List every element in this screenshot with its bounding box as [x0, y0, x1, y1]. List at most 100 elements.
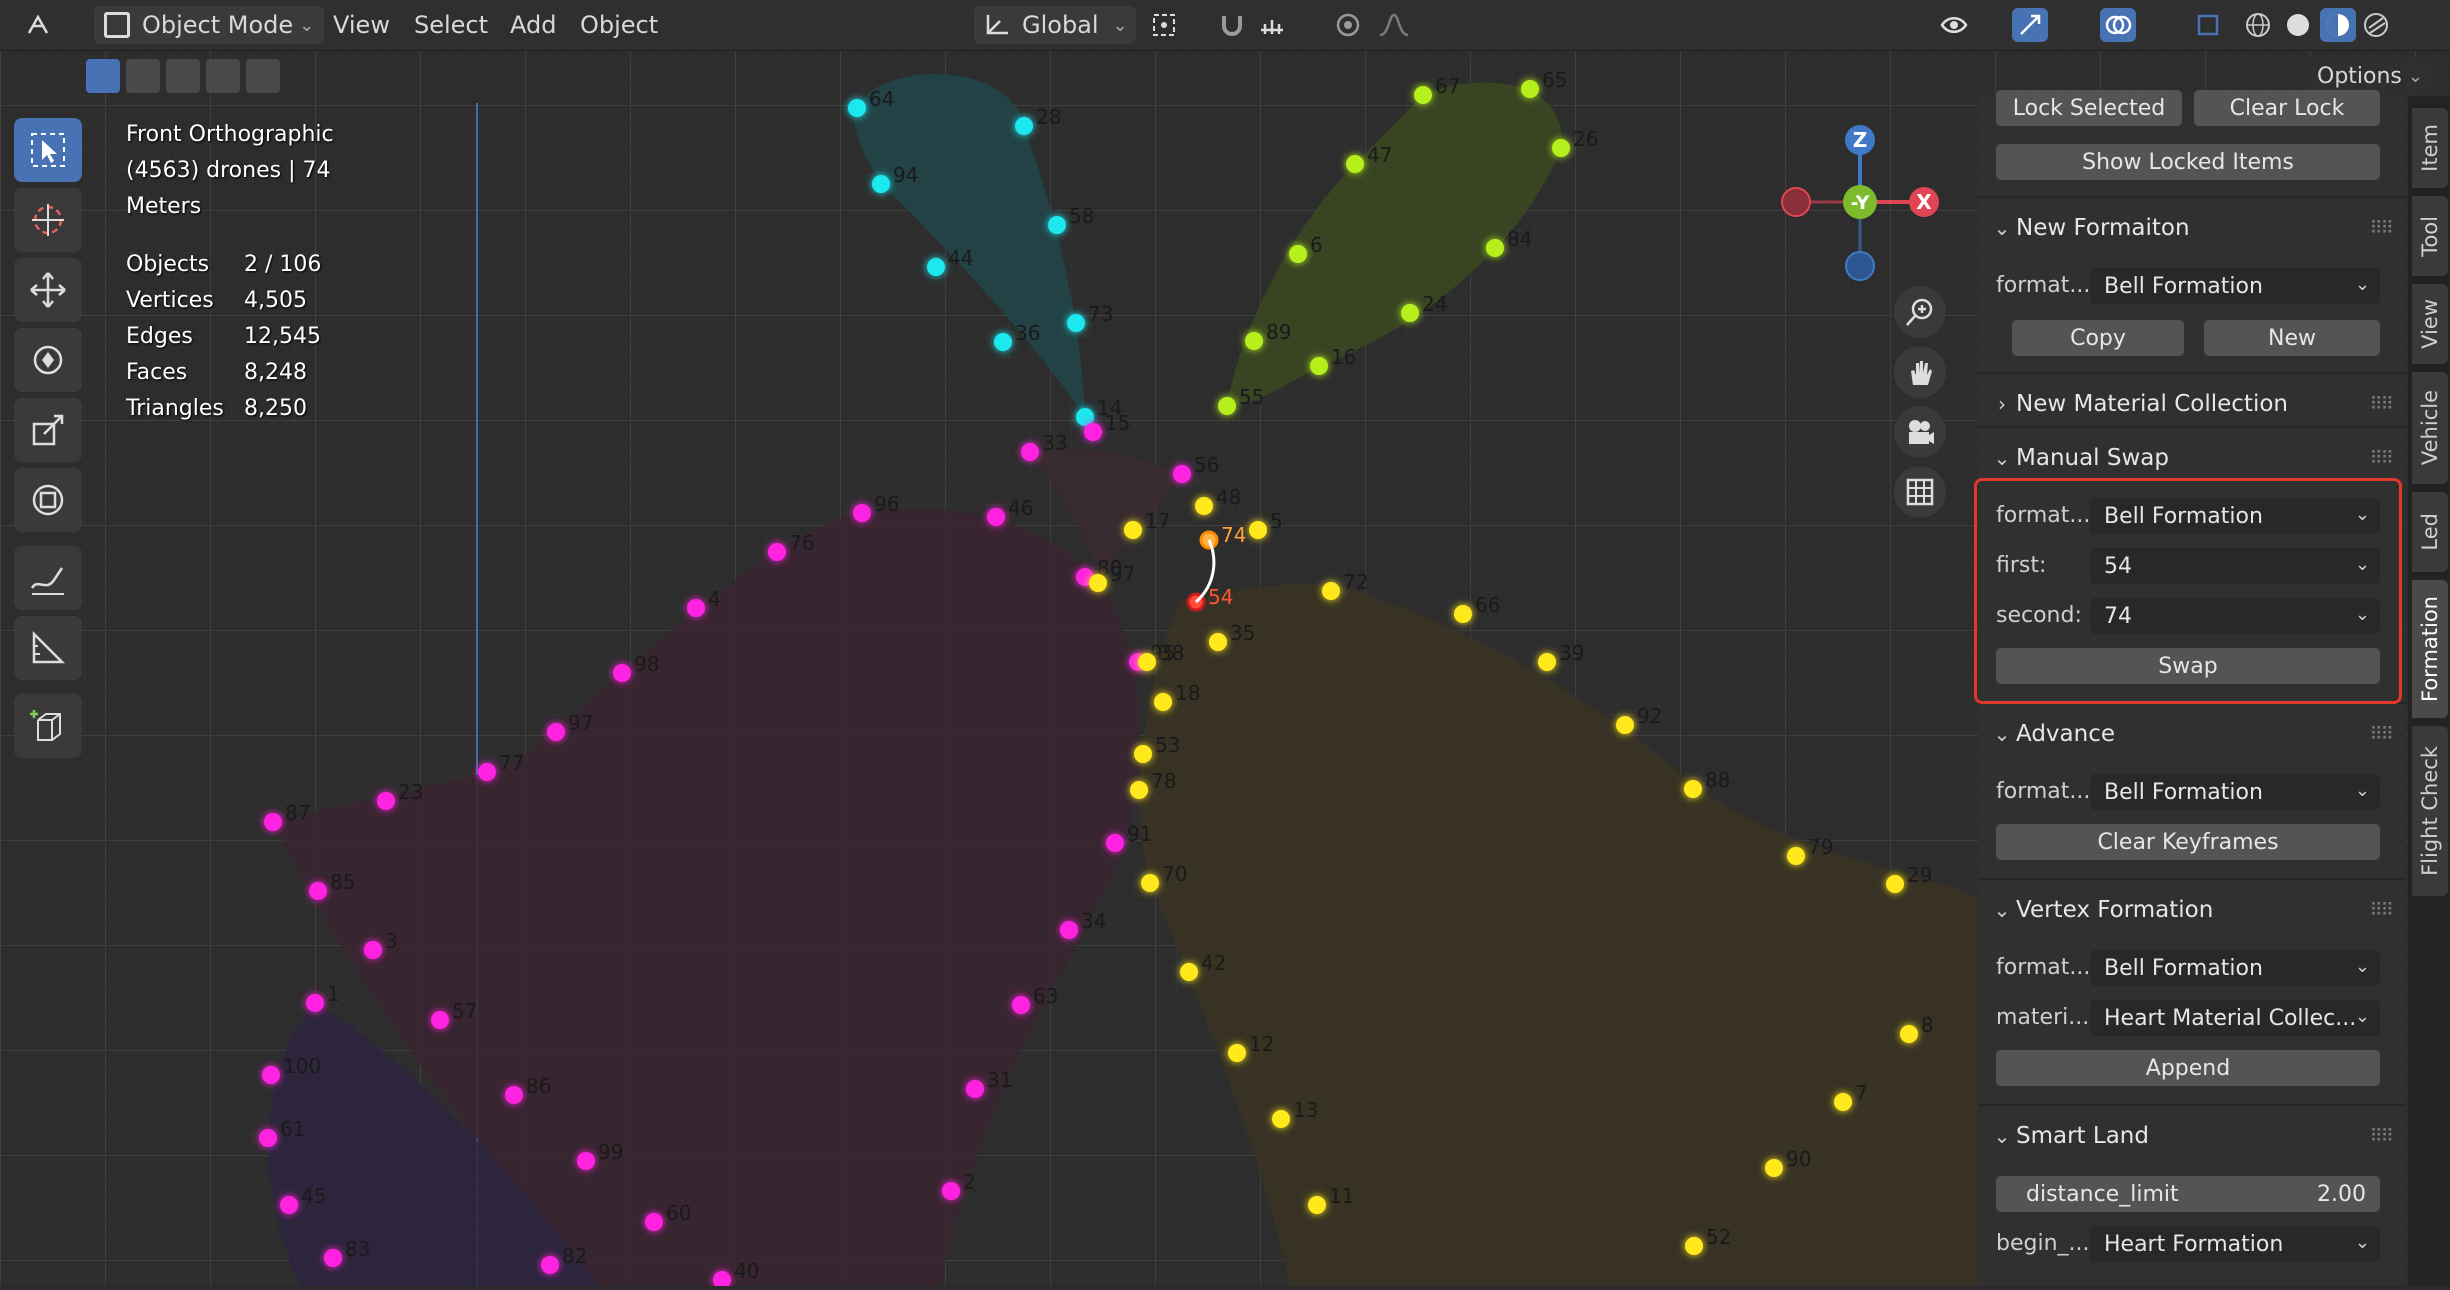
drone-point[interactable]	[1765, 1159, 1783, 1177]
drone-point[interactable]	[1141, 874, 1159, 892]
drone-point[interactable]	[1134, 745, 1152, 763]
advance-formation-dropdown[interactable]: Bell Formation ⌄	[2090, 774, 2380, 810]
drone-point[interactable]	[1084, 423, 1102, 441]
clear-keyframes-button[interactable]: Clear Keyframes	[1996, 824, 2380, 860]
drag-grip-icon[interactable]: ⠿⠿	[2370, 394, 2394, 415]
tab-formation[interactable]: Formation	[2412, 580, 2448, 718]
annotate-tool[interactable]	[14, 546, 82, 610]
drone-point[interactable]	[262, 1066, 280, 1084]
visibility-button[interactable]	[1936, 8, 1972, 42]
drone-point[interactable]	[505, 1086, 523, 1104]
clear-lock-button[interactable]: Clear Lock	[2194, 90, 2380, 126]
begin-formation-dropdown[interactable]: Heart Formation ⌄	[2090, 1226, 2380, 1262]
drone-point[interactable]	[687, 599, 705, 617]
drone-point[interactable]	[1245, 332, 1263, 350]
overlay-toggle[interactable]	[2100, 8, 2136, 42]
drone-point[interactable]	[1012, 996, 1030, 1014]
camera-view-button[interactable]	[1894, 406, 1946, 458]
panel-smart-land-header[interactable]: ⌄ Smart Land ⠿⠿	[1988, 1116, 2400, 1156]
drone-point[interactable]	[309, 882, 327, 900]
snap-toggle[interactable]	[1214, 8, 1250, 42]
scale-tool[interactable]	[14, 398, 82, 462]
panel-vertex-formation-header[interactable]: ⌄ Vertex Formation ⠿⠿	[1988, 890, 2400, 930]
falloff-button[interactable]	[1376, 8, 1412, 42]
gizmo-toggle[interactable]	[2012, 8, 2048, 42]
drone-point[interactable]	[1900, 1025, 1918, 1043]
drone-point[interactable]	[1249, 521, 1267, 539]
menu-select[interactable]: Select	[414, 6, 488, 44]
menu-object[interactable]: Object	[580, 6, 658, 44]
drone-point[interactable]	[541, 1256, 559, 1274]
drone-point[interactable]	[1834, 1093, 1852, 1111]
drone-point[interactable]	[942, 1182, 960, 1200]
drone-point[interactable]	[1787, 847, 1805, 865]
select-new-button[interactable]	[86, 59, 120, 93]
drone-point[interactable]	[1552, 139, 1570, 157]
shading-rendered[interactable]	[2358, 8, 2394, 42]
drone-point[interactable]	[1089, 574, 1107, 592]
drone-point[interactable]	[768, 543, 786, 561]
drone-point[interactable]	[1454, 605, 1472, 623]
drone-point[interactable]	[259, 1129, 277, 1147]
select-subtract-button[interactable]	[166, 59, 200, 93]
drone-point[interactable]	[324, 1249, 342, 1267]
tab-led[interactable]: Led	[2412, 492, 2448, 572]
xray-toggle[interactable]	[2190, 8, 2226, 42]
copy-button[interactable]: Copy	[2012, 320, 2184, 356]
mode-dropdown[interactable]: Object Mode ⌄	[94, 6, 325, 44]
drone-point[interactable]	[1346, 155, 1364, 173]
tab-vehicle[interactable]: Vehicle	[2412, 372, 2448, 484]
panel-new-formation-header[interactable]: ⌄ New Formaiton ⠿⠿	[1988, 208, 2400, 248]
select-intersect-button[interactable]	[246, 59, 280, 93]
drag-grip-icon[interactable]: ⠿⠿	[2370, 724, 2394, 745]
measure-tool[interactable]	[14, 616, 82, 680]
tab-tool[interactable]: Tool	[2412, 196, 2448, 276]
drone-point[interactable]	[1685, 1237, 1703, 1255]
select-invert-button[interactable]	[206, 59, 240, 93]
shading-material[interactable]	[2320, 8, 2356, 42]
new-formation-dropdown[interactable]: Bell Formation ⌄	[2090, 268, 2380, 304]
drone-point[interactable]	[1289, 245, 1307, 263]
drone-point[interactable]	[645, 1213, 663, 1231]
transform-orientation-dropdown[interactable]: Global ⌄	[974, 6, 1136, 44]
drone-point[interactable]	[280, 1196, 298, 1214]
drone-point[interactable]	[853, 504, 871, 522]
panel-advance-header[interactable]: ⌄ Advance ⠿⠿	[1988, 714, 2400, 754]
drone-point[interactable]	[987, 508, 1005, 526]
shading-wireframe[interactable]	[2240, 8, 2276, 42]
drone-point[interactable]	[613, 664, 631, 682]
drone-point[interactable]	[1154, 693, 1172, 711]
drag-grip-icon[interactable]: ⠿⠿	[2370, 900, 2394, 921]
drone-point[interactable]	[478, 763, 496, 781]
drag-grip-icon[interactable]: ⠿⠿	[2370, 1126, 2394, 1147]
menu-add[interactable]: Add	[510, 6, 556, 44]
drone-point[interactable]	[1886, 875, 1904, 893]
tab-item[interactable]: Item	[2412, 108, 2448, 188]
drone-point[interactable]	[1124, 521, 1142, 539]
drone-point[interactable]	[1060, 921, 1078, 939]
panel-new-material-header[interactable]: › New Material Collection ⠿⠿	[1988, 384, 2400, 424]
drone-point[interactable]	[966, 1080, 984, 1098]
drone-point[interactable]	[1195, 497, 1213, 515]
drone-point[interactable]	[547, 723, 565, 741]
show-locked-items-button[interactable]: Show Locked Items	[1996, 144, 2380, 180]
select-box-tool[interactable]	[14, 118, 82, 182]
drone-point[interactable]	[1218, 397, 1236, 415]
drone-point[interactable]	[1209, 633, 1227, 651]
move-tool[interactable]	[14, 258, 82, 322]
drone-point[interactable]	[1106, 834, 1124, 852]
cursor-tool[interactable]	[14, 188, 82, 252]
drone-point[interactable]	[1272, 1110, 1290, 1128]
drone-point[interactable]	[1684, 780, 1702, 798]
drone-point[interactable]	[1322, 582, 1340, 600]
drag-grip-icon[interactable]: ⠿⠿	[2370, 448, 2394, 469]
add-cube-tool[interactable]	[14, 694, 82, 758]
vertex-formation-dropdown[interactable]: Bell Formation ⌄	[2090, 950, 2380, 986]
material-collection-dropdown[interactable]: Heart Material Collec... ⌄	[2090, 1000, 2380, 1036]
gizmo-neg-x-axis[interactable]	[1781, 187, 1811, 217]
lock-selected-button[interactable]: Lock Selected	[1996, 90, 2182, 126]
menu-view[interactable]: View	[333, 6, 390, 44]
drone-point[interactable]	[1021, 443, 1039, 461]
select-extend-button[interactable]	[126, 59, 160, 93]
drone-point[interactable]	[1616, 716, 1634, 734]
